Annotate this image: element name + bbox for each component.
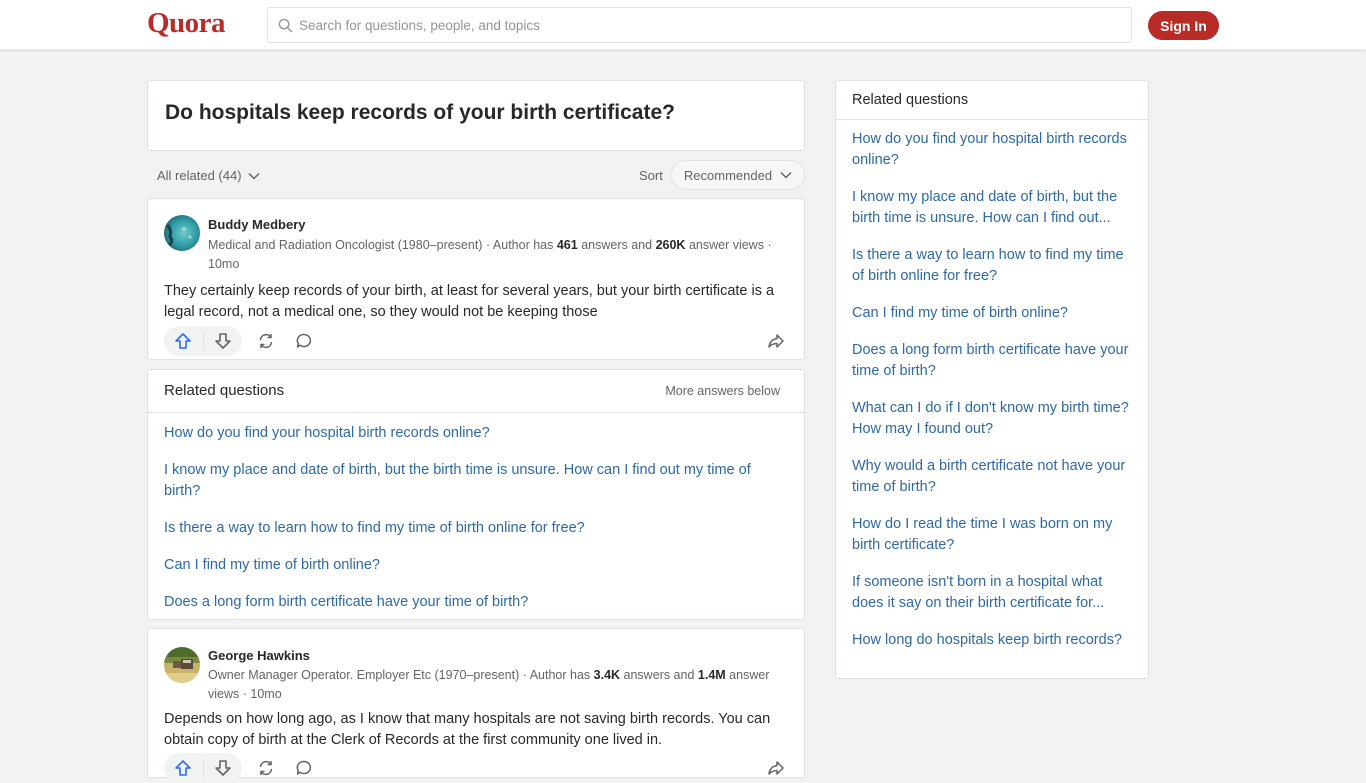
reshare-icon xyxy=(259,333,273,349)
sidebar-list: How do you find your hospital birth reco… xyxy=(836,120,1148,651)
sidebar-question-link[interactable]: How long do hospitals keep birth records… xyxy=(852,630,1132,651)
related-questions-inline: Related questions More answers below How… xyxy=(147,369,805,620)
answer-text[interactable]: They certainly keep records of your birt… xyxy=(164,281,789,323)
sidebar-question-link[interactable]: Does a long form birth certificate have … xyxy=(852,340,1132,382)
search-bar[interactable] xyxy=(267,7,1132,43)
more-answers-below: More answers below xyxy=(665,384,780,398)
answers-word: answers and xyxy=(623,668,695,682)
sign-in-button[interactable]: Sign In xyxy=(1148,11,1219,40)
question-card: Do hospitals keep records of your birth … xyxy=(147,80,805,151)
share-button[interactable] xyxy=(761,326,791,356)
credential-text[interactable]: Medical and Radiation Oncologist (1980–p… xyxy=(208,238,482,252)
answers-count: 3.4K xyxy=(593,668,621,682)
reshare-icon xyxy=(259,760,273,776)
author-credential: Owner Manager Operator. Employer Etc (19… xyxy=(208,668,770,701)
related-question-link[interactable]: I know my place and date of birth, but t… xyxy=(164,460,788,502)
related-question-link[interactable]: Is there a way to learn how to find my t… xyxy=(164,518,788,539)
share-icon xyxy=(768,334,784,348)
related-question-link[interactable]: Does a long form birth certificate have … xyxy=(164,592,788,613)
views-word: answer views xyxy=(688,238,764,252)
quora-logo[interactable]: Quora xyxy=(147,7,226,40)
top-header: Quora Sign In xyxy=(0,0,1366,50)
upvote-icon xyxy=(175,760,192,776)
answer-age[interactable]: 10mo xyxy=(208,257,239,271)
downvote-button[interactable] xyxy=(203,326,242,356)
comment-button[interactable] xyxy=(289,753,319,783)
upvote-button[interactable] xyxy=(164,326,203,356)
sidebar-question-link[interactable]: Is there a way to learn how to find my t… xyxy=(852,245,1132,287)
answer-actions xyxy=(164,753,790,783)
sidebar-question-link[interactable]: Why would a birth certificate not have y… xyxy=(852,456,1132,498)
downvote-icon xyxy=(214,333,231,349)
answer-card: George Hawkins Owner Manager Operator. E… xyxy=(147,628,805,783)
answer-actions xyxy=(164,326,790,356)
sidebar-question-link[interactable]: I know my place and date of birth, but t… xyxy=(852,187,1132,229)
views-count: 1.4M xyxy=(697,668,726,682)
search-input[interactable] xyxy=(299,17,1099,33)
sort-label: Sort xyxy=(639,168,663,183)
upvote-button[interactable] xyxy=(164,753,203,783)
sidebar-question-link[interactable]: How do you find your hospital birth reco… xyxy=(852,129,1132,171)
sidebar-question-link[interactable]: If someone isn't born in a hospital what… xyxy=(852,572,1132,614)
vote-pill xyxy=(164,753,242,783)
sidebar-question-link[interactable]: Can I find my time of birth online? xyxy=(852,303,1132,324)
sort-value: Recommended xyxy=(683,167,773,183)
vote-pill xyxy=(164,326,242,356)
avatar[interactable] xyxy=(164,215,200,251)
answers-count: 461 xyxy=(556,238,578,252)
credential-text[interactable]: Owner Manager Operator. Employer Etc (19… xyxy=(208,668,519,682)
share-icon xyxy=(768,761,784,775)
comment-button[interactable] xyxy=(289,326,319,356)
comment-icon xyxy=(296,333,312,348)
related-question-link[interactable]: Can I find my time of birth online? xyxy=(164,555,788,576)
author-has-label: Author has xyxy=(492,238,554,252)
downvote-icon xyxy=(214,760,231,776)
sidebar-header: Related questions xyxy=(836,81,1148,120)
sidebar-question-link[interactable]: How do I read the time I was born on my … xyxy=(852,514,1132,556)
related-question-link[interactable]: How do you find your hospital birth reco… xyxy=(164,423,788,444)
related-list: How do you find your hospital birth reco… xyxy=(148,413,804,613)
sort-dropdown[interactable]: Recommended xyxy=(671,160,805,190)
views-count: 260K xyxy=(655,238,686,252)
chevron-down-icon xyxy=(780,171,792,179)
all-related-label: All related (44) xyxy=(157,168,242,183)
related-header: Related questions More answers below xyxy=(148,370,804,413)
share-button[interactable] xyxy=(761,753,791,783)
author-name[interactable]: Buddy Medbery xyxy=(208,217,306,232)
related-title: Related questions xyxy=(164,382,285,399)
reshare-button[interactable] xyxy=(251,753,281,783)
sidebar-question-link[interactable]: What can I do if I don't know my birth t… xyxy=(852,398,1132,440)
author-credential: Medical and Radiation Oncologist (1980–p… xyxy=(208,238,772,271)
search-icon xyxy=(278,18,293,32)
author-name[interactable]: George Hawkins xyxy=(208,648,310,663)
related-questions-sidebar: Related questions How do you find your h… xyxy=(835,80,1149,679)
chevron-down-icon xyxy=(248,172,260,180)
comment-icon xyxy=(296,760,312,775)
downvote-button[interactable] xyxy=(203,753,242,783)
upvote-icon xyxy=(175,333,192,349)
answer-card: Buddy Medbery Medical and Radiation Onco… xyxy=(147,198,805,360)
answer-text[interactable]: Depends on how long ago, as I know that … xyxy=(164,709,789,751)
author-has-label: Author has xyxy=(529,668,591,682)
all-related-dropdown[interactable]: All related (44) xyxy=(157,168,260,183)
sidebar-title: Related questions xyxy=(852,92,969,108)
reshare-button[interactable] xyxy=(251,326,281,356)
answers-word: answers and xyxy=(581,238,653,252)
question-title: Do hospitals keep records of your birth … xyxy=(165,101,675,124)
answer-age[interactable]: 10mo xyxy=(250,687,281,701)
answer-filter-row: All related (44) Sort Recommended xyxy=(147,160,805,190)
avatar[interactable] xyxy=(164,647,200,683)
